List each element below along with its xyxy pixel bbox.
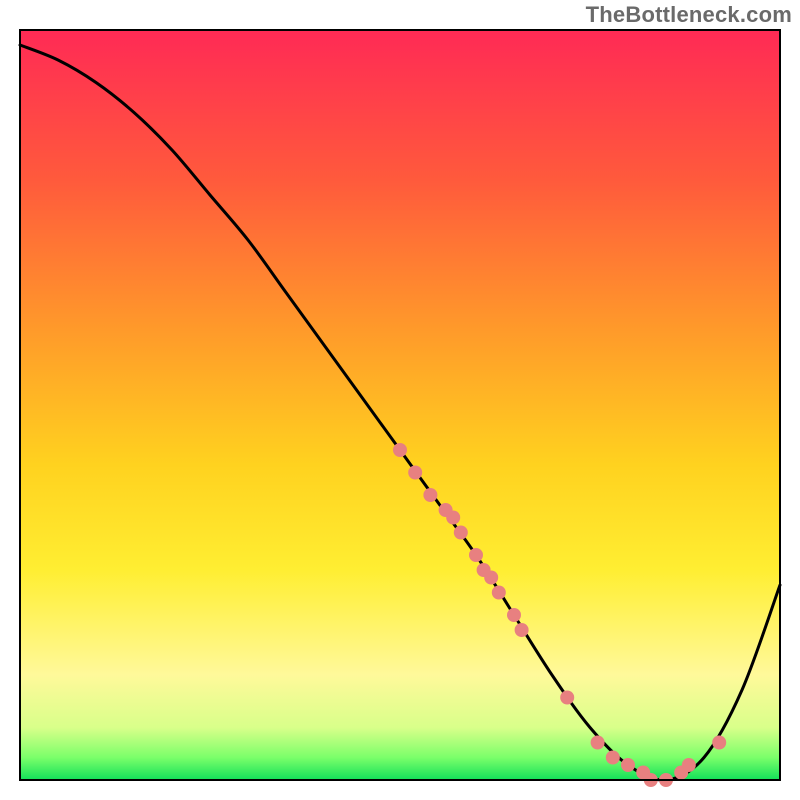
data-point — [507, 608, 521, 622]
bottleneck-chart — [0, 0, 800, 800]
data-point — [446, 511, 460, 525]
chart-container: TheBottleneck.com — [0, 0, 800, 800]
data-point — [454, 526, 468, 540]
data-point — [621, 758, 635, 772]
data-point — [606, 751, 620, 765]
data-point — [682, 758, 696, 772]
data-point — [393, 443, 407, 457]
gradient-background — [20, 30, 780, 780]
watermark-text: TheBottleneck.com — [586, 2, 792, 28]
data-point — [484, 571, 498, 585]
data-point — [423, 488, 437, 502]
data-point — [591, 736, 605, 750]
data-point — [712, 736, 726, 750]
data-point — [560, 691, 574, 705]
data-point — [515, 623, 529, 637]
data-point — [408, 466, 422, 480]
data-point — [469, 548, 483, 562]
data-point — [492, 586, 506, 600]
